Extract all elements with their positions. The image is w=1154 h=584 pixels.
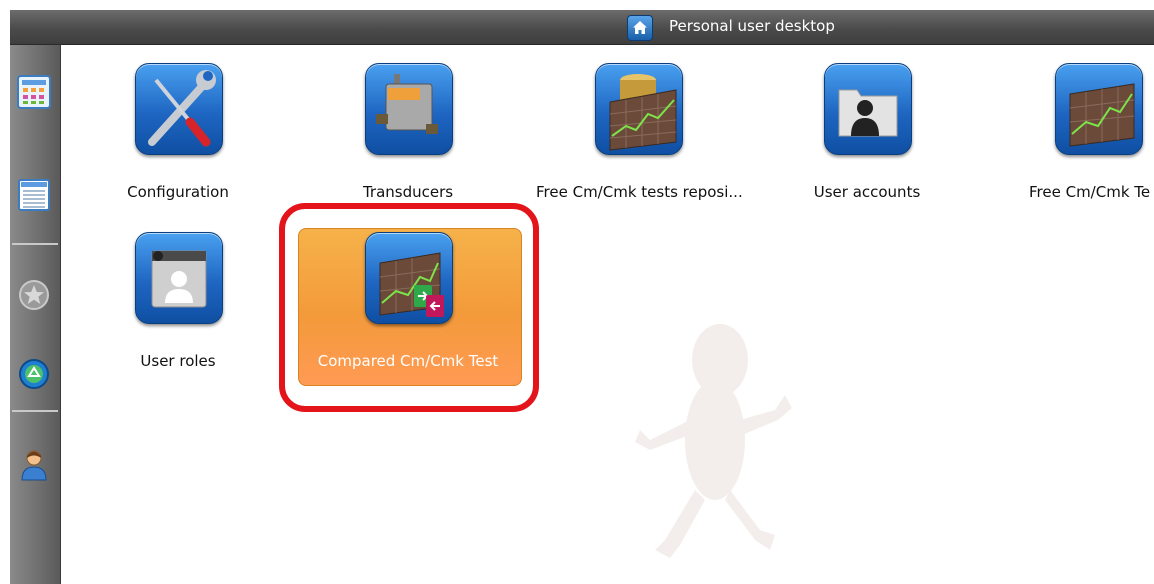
window-top-margin	[0, 0, 1154, 10]
desktop-item-free-cm-cmk-repository[interactable]: Free Cm/Cmk tests reposi...	[536, 63, 743, 223]
grid-view-icon[interactable]	[17, 75, 51, 109]
gecko-watermark	[635, 324, 792, 558]
recycle-icon[interactable]	[17, 357, 51, 391]
desktop-item-label: Transducers	[362, 183, 454, 201]
list-view-icon[interactable]	[17, 178, 51, 212]
home-icon[interactable]	[627, 15, 653, 41]
highlight-annotation-ring	[279, 203, 539, 412]
user-folder-icon	[824, 63, 912, 155]
desktop-item-label: User accounts	[813, 183, 921, 201]
user-profile-icon[interactable]	[17, 447, 51, 481]
user-role-icon	[135, 232, 223, 324]
desktop-item-label: Free Cm/Cmk Te	[1029, 183, 1151, 201]
database-chart-icon	[595, 63, 683, 155]
desktop-item-user-accounts[interactable]: User accounts	[765, 63, 969, 223]
sidebar	[10, 45, 61, 584]
sidebar-separator	[12, 410, 58, 412]
desktop-item-configuration[interactable]: Configuration	[76, 63, 280, 223]
transducer-icon	[365, 63, 453, 155]
chart-icon	[1055, 63, 1143, 155]
title-bar: Personal user desktop	[10, 10, 1154, 45]
desktop-item-label: Configuration	[127, 183, 229, 201]
desktop-item-free-cm-cmk-test[interactable]: Free Cm/Cmk Te	[985, 63, 1154, 223]
desktop-item-label: User roles	[140, 352, 216, 370]
window-title: Personal user desktop	[669, 17, 835, 35]
favorites-star-icon[interactable]	[17, 278, 51, 312]
tools-icon	[135, 63, 223, 155]
desktop-item-label: Free Cm/Cmk tests reposi...	[536, 183, 743, 201]
sidebar-separator	[12, 243, 58, 245]
desktop-item-transducers[interactable]: Transducers	[306, 63, 510, 223]
desktop-item-user-roles[interactable]: User roles	[76, 232, 280, 392]
